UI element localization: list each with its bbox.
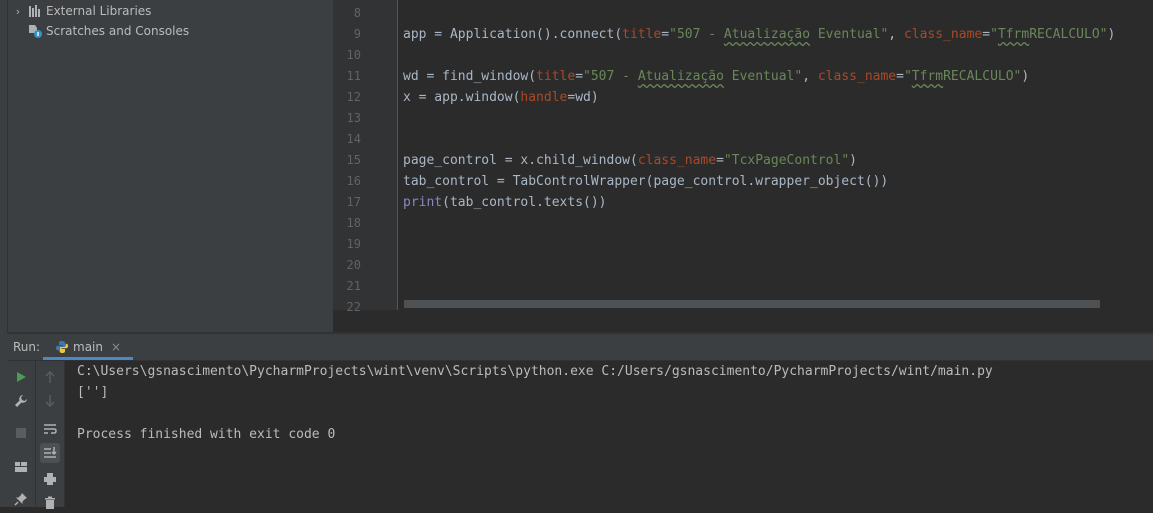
soft-wrap-button[interactable] bbox=[40, 419, 60, 439]
arrow-up-icon bbox=[45, 370, 55, 383]
print-button[interactable] bbox=[40, 469, 60, 489]
run-panel-header: Run: main × bbox=[7, 334, 1153, 361]
pin-tab-button[interactable] bbox=[11, 489, 31, 509]
tree-item-external-libraries[interactable]: › External Libraries bbox=[12, 1, 152, 21]
tree-item-label: External Libraries bbox=[46, 4, 152, 18]
line-number: 15 bbox=[346, 153, 361, 167]
stop-button[interactable] bbox=[11, 423, 31, 443]
line-number: 16 bbox=[346, 174, 361, 188]
line-number: 17 bbox=[346, 195, 361, 209]
python-icon bbox=[55, 340, 69, 354]
code-line-12[interactable]: x = app.window(handle=wd) bbox=[403, 87, 599, 108]
tree-item-label: Scratches and Consoles bbox=[46, 24, 190, 38]
run-tab-main[interactable]: main × bbox=[43, 334, 133, 360]
active-tab-indicator bbox=[43, 357, 133, 360]
wrench-icon bbox=[15, 395, 27, 407]
run-toolbar-primary bbox=[7, 361, 36, 507]
line-number: 10 bbox=[346, 48, 361, 62]
editor-gutter: 8 9 10 11 12 13 14 15 16 17 18 19 20 21 … bbox=[333, 0, 397, 314]
console-line: [''] bbox=[77, 385, 109, 400]
scroll-to-end-icon bbox=[44, 447, 57, 458]
print-icon bbox=[44, 473, 56, 485]
code-line-17[interactable]: print(tab_control.texts()) bbox=[403, 192, 607, 213]
console-line: C:\Users\gsnascimento\PycharmProjects\wi… bbox=[77, 364, 993, 379]
down-stack-trace-button[interactable] bbox=[40, 391, 60, 411]
line-number: 22 bbox=[346, 300, 361, 314]
modify-run-configuration-button[interactable] bbox=[11, 391, 31, 411]
line-number: 8 bbox=[353, 6, 361, 20]
clear-all-button[interactable] bbox=[40, 493, 60, 513]
up-stack-trace-button[interactable] bbox=[40, 367, 60, 387]
play-icon bbox=[17, 372, 26, 382]
code-line-16[interactable]: tab_control = TabControlWrapper(page_con… bbox=[403, 171, 888, 192]
run-toolbar-secondary bbox=[36, 361, 65, 509]
editor-horizontal-scrollbar[interactable] bbox=[404, 300, 1100, 308]
scratches-icon bbox=[28, 24, 42, 38]
layout-icon bbox=[15, 462, 27, 472]
line-number: 19 bbox=[346, 237, 361, 251]
rerun-button[interactable] bbox=[11, 367, 31, 387]
close-icon[interactable]: × bbox=[111, 340, 121, 354]
line-number: 20 bbox=[346, 258, 361, 272]
arrow-down-icon bbox=[45, 395, 55, 408]
run-label: Run: bbox=[13, 340, 41, 354]
project-tree-panel: › External Libraries Scratches and Conso… bbox=[8, 0, 333, 332]
trash-icon bbox=[45, 496, 55, 509]
line-number: 12 bbox=[346, 90, 361, 104]
tree-item-scratches[interactable]: Scratches and Consoles bbox=[12, 21, 189, 41]
code-line-11[interactable]: wd = find_window(title="507 - Atualizaçã… bbox=[403, 66, 1029, 87]
line-number: 11 bbox=[346, 69, 361, 83]
pin-icon bbox=[14, 493, 27, 506]
run-tab-label: main bbox=[73, 340, 103, 354]
stop-icon bbox=[16, 428, 26, 438]
code-line-9[interactable]: app = Application().connect(title="507 -… bbox=[403, 24, 1115, 45]
code-editor[interactable]: app = Application().connect(title="507 -… bbox=[398, 0, 1153, 310]
console-line: Process finished with exit code 0 bbox=[77, 427, 336, 442]
code-line-15[interactable]: page_control = x.child_window(class_name… bbox=[403, 150, 857, 171]
line-number: 13 bbox=[346, 111, 361, 125]
line-number: 18 bbox=[346, 216, 361, 230]
restore-layout-button[interactable] bbox=[11, 457, 31, 477]
line-number: 21 bbox=[346, 279, 361, 293]
run-console[interactable]: C:\Users\gsnascimento\PycharmProjects\wi… bbox=[65, 361, 1153, 507]
scroll-to-end-button[interactable] bbox=[40, 443, 60, 463]
line-number: 14 bbox=[346, 132, 361, 146]
soft-wrap-icon bbox=[44, 424, 57, 434]
chevron-right-icon[interactable]: › bbox=[12, 5, 24, 18]
line-number: 9 bbox=[353, 27, 361, 41]
libraries-icon bbox=[28, 4, 42, 18]
